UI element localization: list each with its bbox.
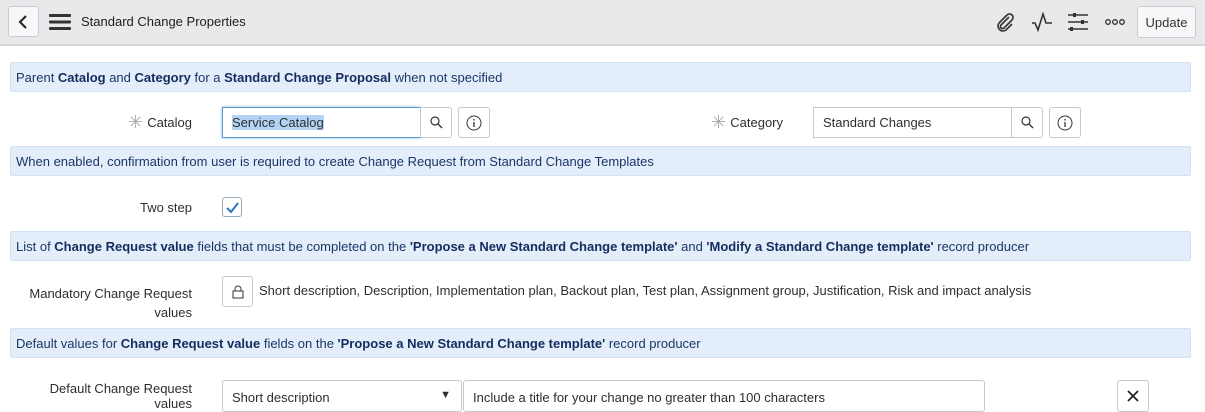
default-value-input[interactable]: Include a title for your change no great… xyxy=(463,380,985,412)
section-info-mandatory: List of Change Request value fields that… xyxy=(10,231,1191,261)
lock-button[interactable] xyxy=(222,276,253,307)
section-info-catalog: Parent Catalog and Category for a Standa… xyxy=(10,62,1191,92)
defaults-label: Default Change Request values xyxy=(49,381,192,411)
info-icon xyxy=(466,115,482,130)
lock-icon xyxy=(232,285,243,298)
category-search-button[interactable] xyxy=(1011,107,1043,138)
more-options-icon[interactable] xyxy=(1104,11,1126,33)
close-icon xyxy=(1127,390,1139,402)
two-step-checkbox[interactable] xyxy=(222,197,242,217)
category-label: Category xyxy=(730,115,783,130)
search-icon xyxy=(1020,116,1033,129)
catalog-label: Catalog xyxy=(147,115,192,130)
catalog-info-button[interactable] xyxy=(458,107,490,138)
mandatory-label: Mandatory Change Request values xyxy=(29,286,192,320)
category-info-button[interactable] xyxy=(1049,107,1081,138)
activity-pulse-icon[interactable] xyxy=(1031,11,1053,33)
info-icon xyxy=(1057,115,1073,130)
sliders-icon[interactable] xyxy=(1067,11,1089,33)
page-title: Standard Change Properties xyxy=(81,14,246,29)
catalog-search-button[interactable] xyxy=(420,107,452,138)
section-info-defaults: Default values for Change Request value … xyxy=(10,328,1191,358)
dropdown-arrow-icon: ▼ xyxy=(440,389,451,401)
update-button[interactable]: Update xyxy=(1137,6,1196,38)
mandatory-value: Short description, Description, Implemen… xyxy=(259,283,1032,298)
chevron-left-icon xyxy=(18,14,27,29)
section-info-two-step: When enabled, confirmation from user is … xyxy=(10,146,1191,176)
search-icon xyxy=(429,116,442,129)
remove-default-button[interactable] xyxy=(1117,380,1149,412)
hamburger-menu-icon[interactable] xyxy=(49,13,71,31)
catalog-input[interactable]: Service Catalog xyxy=(222,107,421,138)
two-step-label: Two step xyxy=(139,200,192,215)
default-field-select[interactable]: Short description ▼ xyxy=(222,380,462,412)
back-button[interactable] xyxy=(8,6,39,37)
paperclip-icon[interactable] xyxy=(994,11,1016,33)
category-input[interactable]: Standard Changes xyxy=(813,107,1012,138)
required-icon: ✳ xyxy=(711,112,727,132)
header-bar: Standard Change Properties Update xyxy=(0,0,1205,46)
checkmark-icon xyxy=(225,201,239,213)
